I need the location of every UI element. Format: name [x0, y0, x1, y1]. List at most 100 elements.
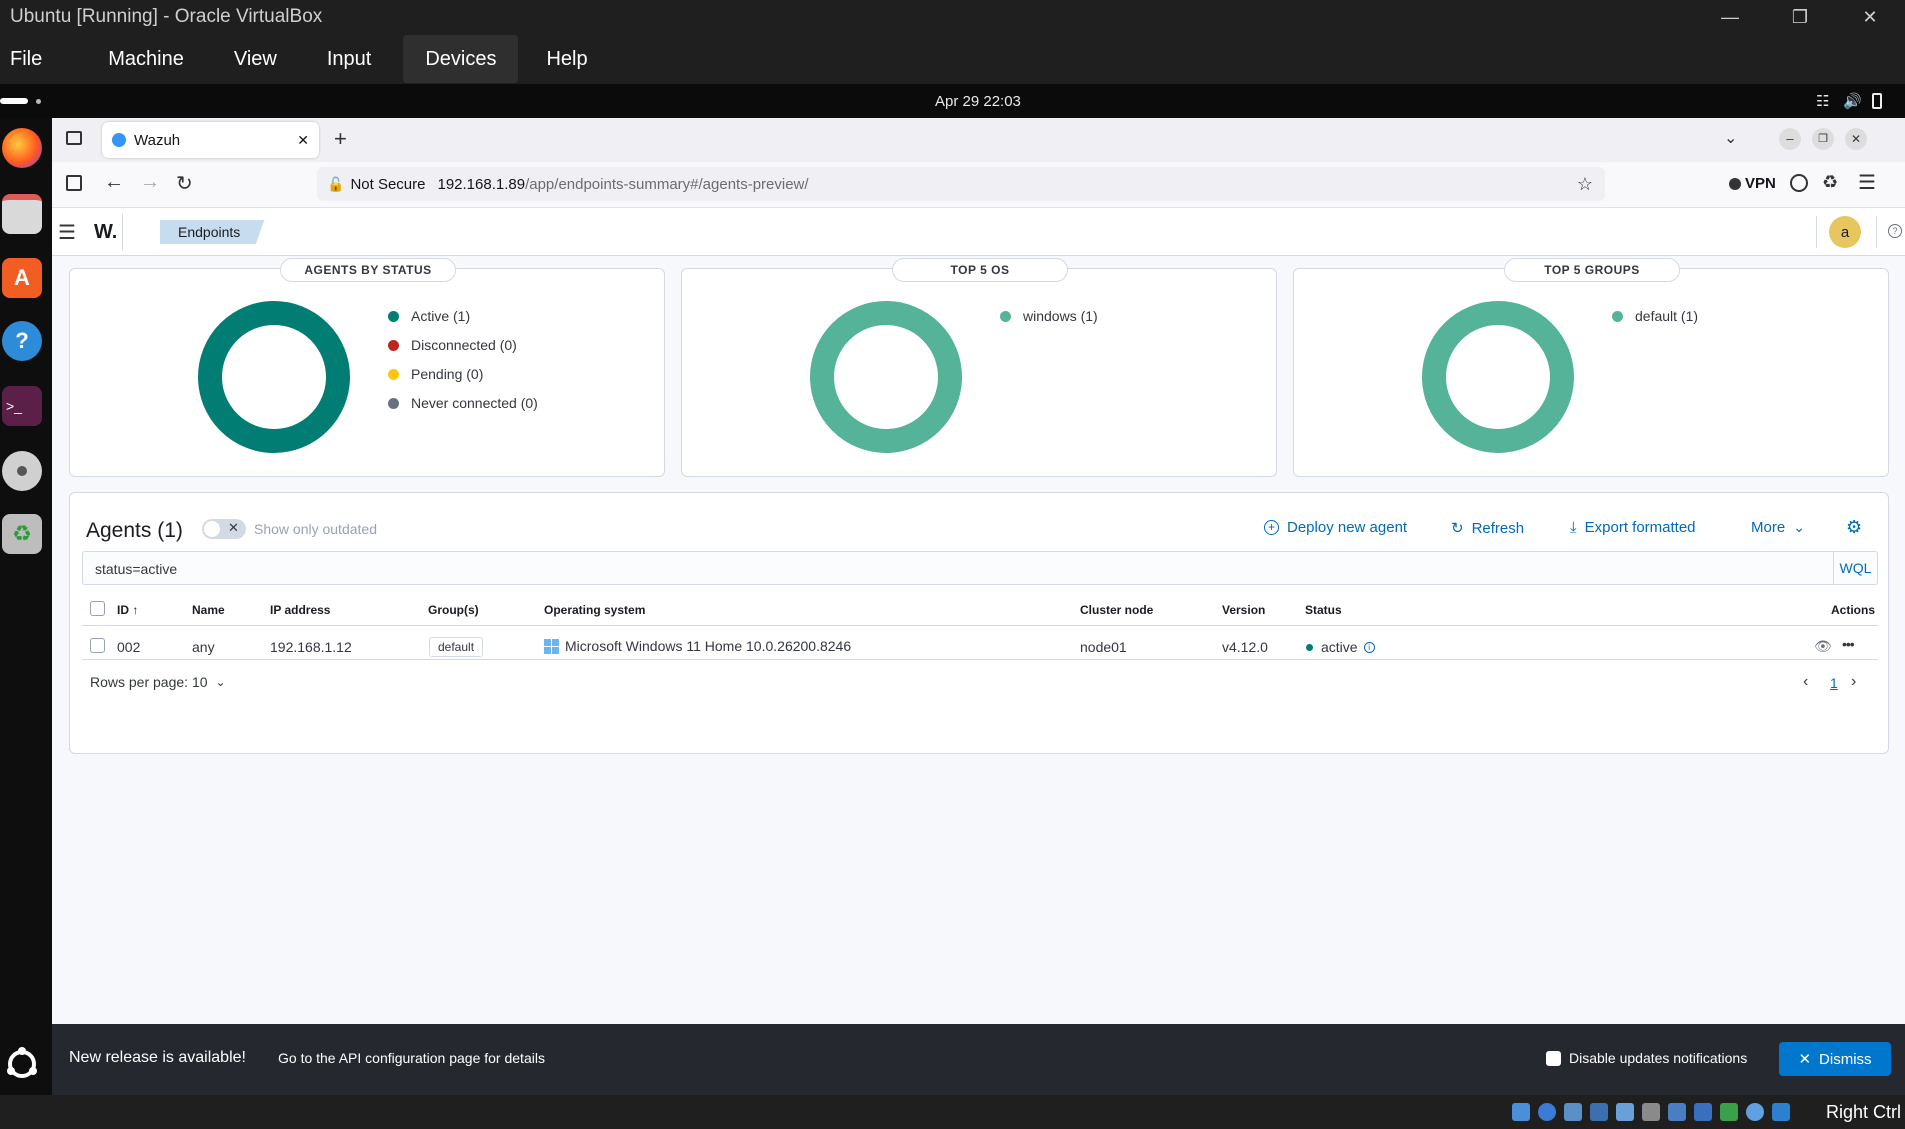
- hard-disk-icon[interactable]: [1512, 1103, 1530, 1121]
- panel-title-groups: TOP 5 GROUPS: [1504, 258, 1680, 282]
- hamburger-menu-icon[interactable]: ☰: [58, 220, 76, 245]
- files-icon[interactable]: [2, 194, 42, 234]
- menu-help[interactable]: Help: [518, 35, 609, 83]
- app-center-icon[interactable]: A: [2, 258, 42, 298]
- legend-never-connected[interactable]: Never connected (0): [388, 395, 538, 411]
- firefox-icon[interactable]: [2, 128, 42, 168]
- status-active-dot-icon: [1306, 643, 1313, 651]
- shared-folders-icon[interactable]: [1642, 1103, 1660, 1121]
- forward-button[interactable]: →: [140, 171, 160, 194]
- menu-input[interactable]: Input: [299, 35, 393, 83]
- column-header-version[interactable]: Version: [1222, 603, 1265, 617]
- address-bar[interactable]: 🔓 Not Secure 192.168.1.89/app/endpoints-…: [317, 167, 1605, 201]
- virtualbox-menu-bar: File Machine View Input Devices Help: [0, 34, 1905, 84]
- vpn-button[interactable]: VPN: [1729, 175, 1776, 192]
- browser-close-button[interactable]: ✕: [1845, 128, 1867, 150]
- workspace-dot-icon: [36, 99, 41, 104]
- recording-icon[interactable]: [1694, 1103, 1712, 1121]
- volume-icon[interactable]: 🔊: [1843, 92, 1862, 110]
- avatar[interactable]: a: [1829, 216, 1861, 248]
- activities-indicator[interactable]: [0, 98, 28, 104]
- column-header-groups[interactable]: Group(s): [428, 603, 479, 617]
- row-actions-more-icon[interactable]: •••: [1842, 636, 1855, 652]
- show-apps-icon[interactable]: [2, 1044, 42, 1084]
- keyboard-capture-icon[interactable]: [1772, 1103, 1790, 1121]
- menu-file[interactable]: File: [0, 35, 64, 83]
- close-tab-icon[interactable]: ✕: [297, 132, 309, 149]
- export-formatted-button[interactable]: ⤓ Export formatted: [1570, 519, 1696, 536]
- app-menu-icon[interactable]: ☰: [1858, 170, 1876, 195]
- optical-drive-icon[interactable]: [1538, 1103, 1556, 1121]
- disc-icon[interactable]: [2, 451, 42, 491]
- legend-active[interactable]: Active (1): [388, 308, 470, 324]
- disable-updates-checkbox[interactable]: Disable updates notifications: [1546, 1050, 1747, 1066]
- mouse-integration-icon[interactable]: [1720, 1103, 1738, 1121]
- group-badge[interactable]: default: [429, 637, 484, 657]
- clock[interactable]: Apr 29 22:03: [935, 93, 1021, 110]
- trash-icon[interactable]: ♻: [2, 514, 42, 554]
- tab-title: Wazuh: [134, 131, 181, 149]
- account-icon[interactable]: [1790, 174, 1808, 192]
- browser-minimize-button[interactable]: –: [1779, 128, 1801, 150]
- wql-button[interactable]: WQL: [1833, 552, 1877, 584]
- network-adapter-icon[interactable]: [1590, 1103, 1608, 1121]
- guest-additions-icon[interactable]: [1746, 1103, 1764, 1121]
- table-header-row: [82, 593, 1878, 626]
- back-button[interactable]: ←: [104, 171, 124, 194]
- column-header-status[interactable]: Status: [1305, 603, 1342, 617]
- help-icon[interactable]: ?: [1888, 224, 1902, 238]
- menu-devices[interactable]: Devices: [403, 35, 519, 83]
- reload-button[interactable]: ↻: [176, 171, 193, 196]
- menu-view[interactable]: View: [206, 35, 299, 83]
- table-settings-gear-icon[interactable]: ⚙: [1846, 517, 1862, 538]
- tab-wazuh[interactable]: Wazuh ✕: [102, 122, 319, 158]
- minimize-window-button[interactable]: —: [1695, 0, 1765, 34]
- sidebar-toggle-icon[interactable]: [66, 175, 82, 191]
- deploy-label: Deploy new agent: [1287, 519, 1408, 536]
- column-header-cluster-node[interactable]: Cluster node: [1080, 603, 1153, 617]
- column-header-id[interactable]: ID ↑: [117, 603, 138, 617]
- row-checkbox[interactable]: [90, 638, 105, 653]
- rows-per-page-select[interactable]: Rows per page: 10 ⌄: [90, 674, 226, 690]
- view-agent-eye-icon[interactable]: 👁: [1814, 638, 1832, 655]
- agents-by-status-panel: AGENTS BY STATUS Active (1) Disconnected…: [69, 258, 665, 477]
- legend-windows[interactable]: windows (1): [1000, 308, 1098, 324]
- legend-default[interactable]: default (1): [1612, 308, 1698, 324]
- search-input[interactable]: status=active WQL: [82, 551, 1878, 585]
- cell-version: v4.12.0: [1222, 639, 1268, 655]
- terminal-icon[interactable]: >_: [2, 386, 42, 426]
- battery-icon[interactable]: [1872, 93, 1882, 109]
- column-header-os[interactable]: Operating system: [544, 603, 645, 617]
- new-tab-button[interactable]: +: [334, 126, 347, 152]
- deploy-new-agent-button[interactable]: + Deploy new agent: [1264, 519, 1407, 536]
- browser-restore-button[interactable]: ❐: [1812, 128, 1834, 150]
- display-icon[interactable]: [1668, 1103, 1686, 1121]
- select-all-checkbox[interactable]: [90, 601, 105, 616]
- menu-machine[interactable]: Machine: [64, 35, 206, 83]
- breadcrumb[interactable]: Endpoints: [160, 220, 265, 244]
- show-outdated-toggle[interactable]: ✕: [202, 519, 246, 539]
- usb-icon[interactable]: [1616, 1103, 1634, 1121]
- help-icon[interactable]: ?: [2, 321, 42, 361]
- previous-page-button[interactable]: ‹: [1803, 673, 1808, 691]
- network-icon[interactable]: ☷: [1816, 92, 1829, 110]
- legend-pending[interactable]: Pending (0): [388, 366, 483, 382]
- tab-list-icon[interactable]: [66, 131, 82, 145]
- legend-disconnected[interactable]: Disconnected (0): [388, 337, 517, 353]
- close-window-button[interactable]: ✕: [1835, 0, 1905, 34]
- list-all-tabs-chevron-down-icon[interactable]: ⌄: [1724, 128, 1737, 148]
- dismiss-button[interactable]: ✕ Dismiss: [1779, 1042, 1891, 1076]
- refresh-button[interactable]: ↻ Refresh: [1451, 519, 1524, 538]
- restore-window-button[interactable]: ❐: [1765, 0, 1835, 34]
- page-number-button[interactable]: 1: [1830, 675, 1838, 691]
- extensions-icon[interactable]: ♻: [1822, 172, 1838, 193]
- column-header-name[interactable]: Name: [192, 603, 225, 617]
- bookmark-star-icon[interactable]: ☆: [1577, 174, 1593, 195]
- column-header-ip[interactable]: IP address: [270, 603, 330, 617]
- wazuh-logo[interactable]: W.: [94, 208, 124, 256]
- more-button[interactable]: More ⌄: [1751, 519, 1805, 536]
- status-info-icon[interactable]: i: [1363, 641, 1375, 653]
- status-text: active: [1321, 639, 1358, 655]
- next-page-button[interactable]: ›: [1851, 673, 1856, 691]
- audio-icon[interactable]: [1564, 1103, 1582, 1121]
